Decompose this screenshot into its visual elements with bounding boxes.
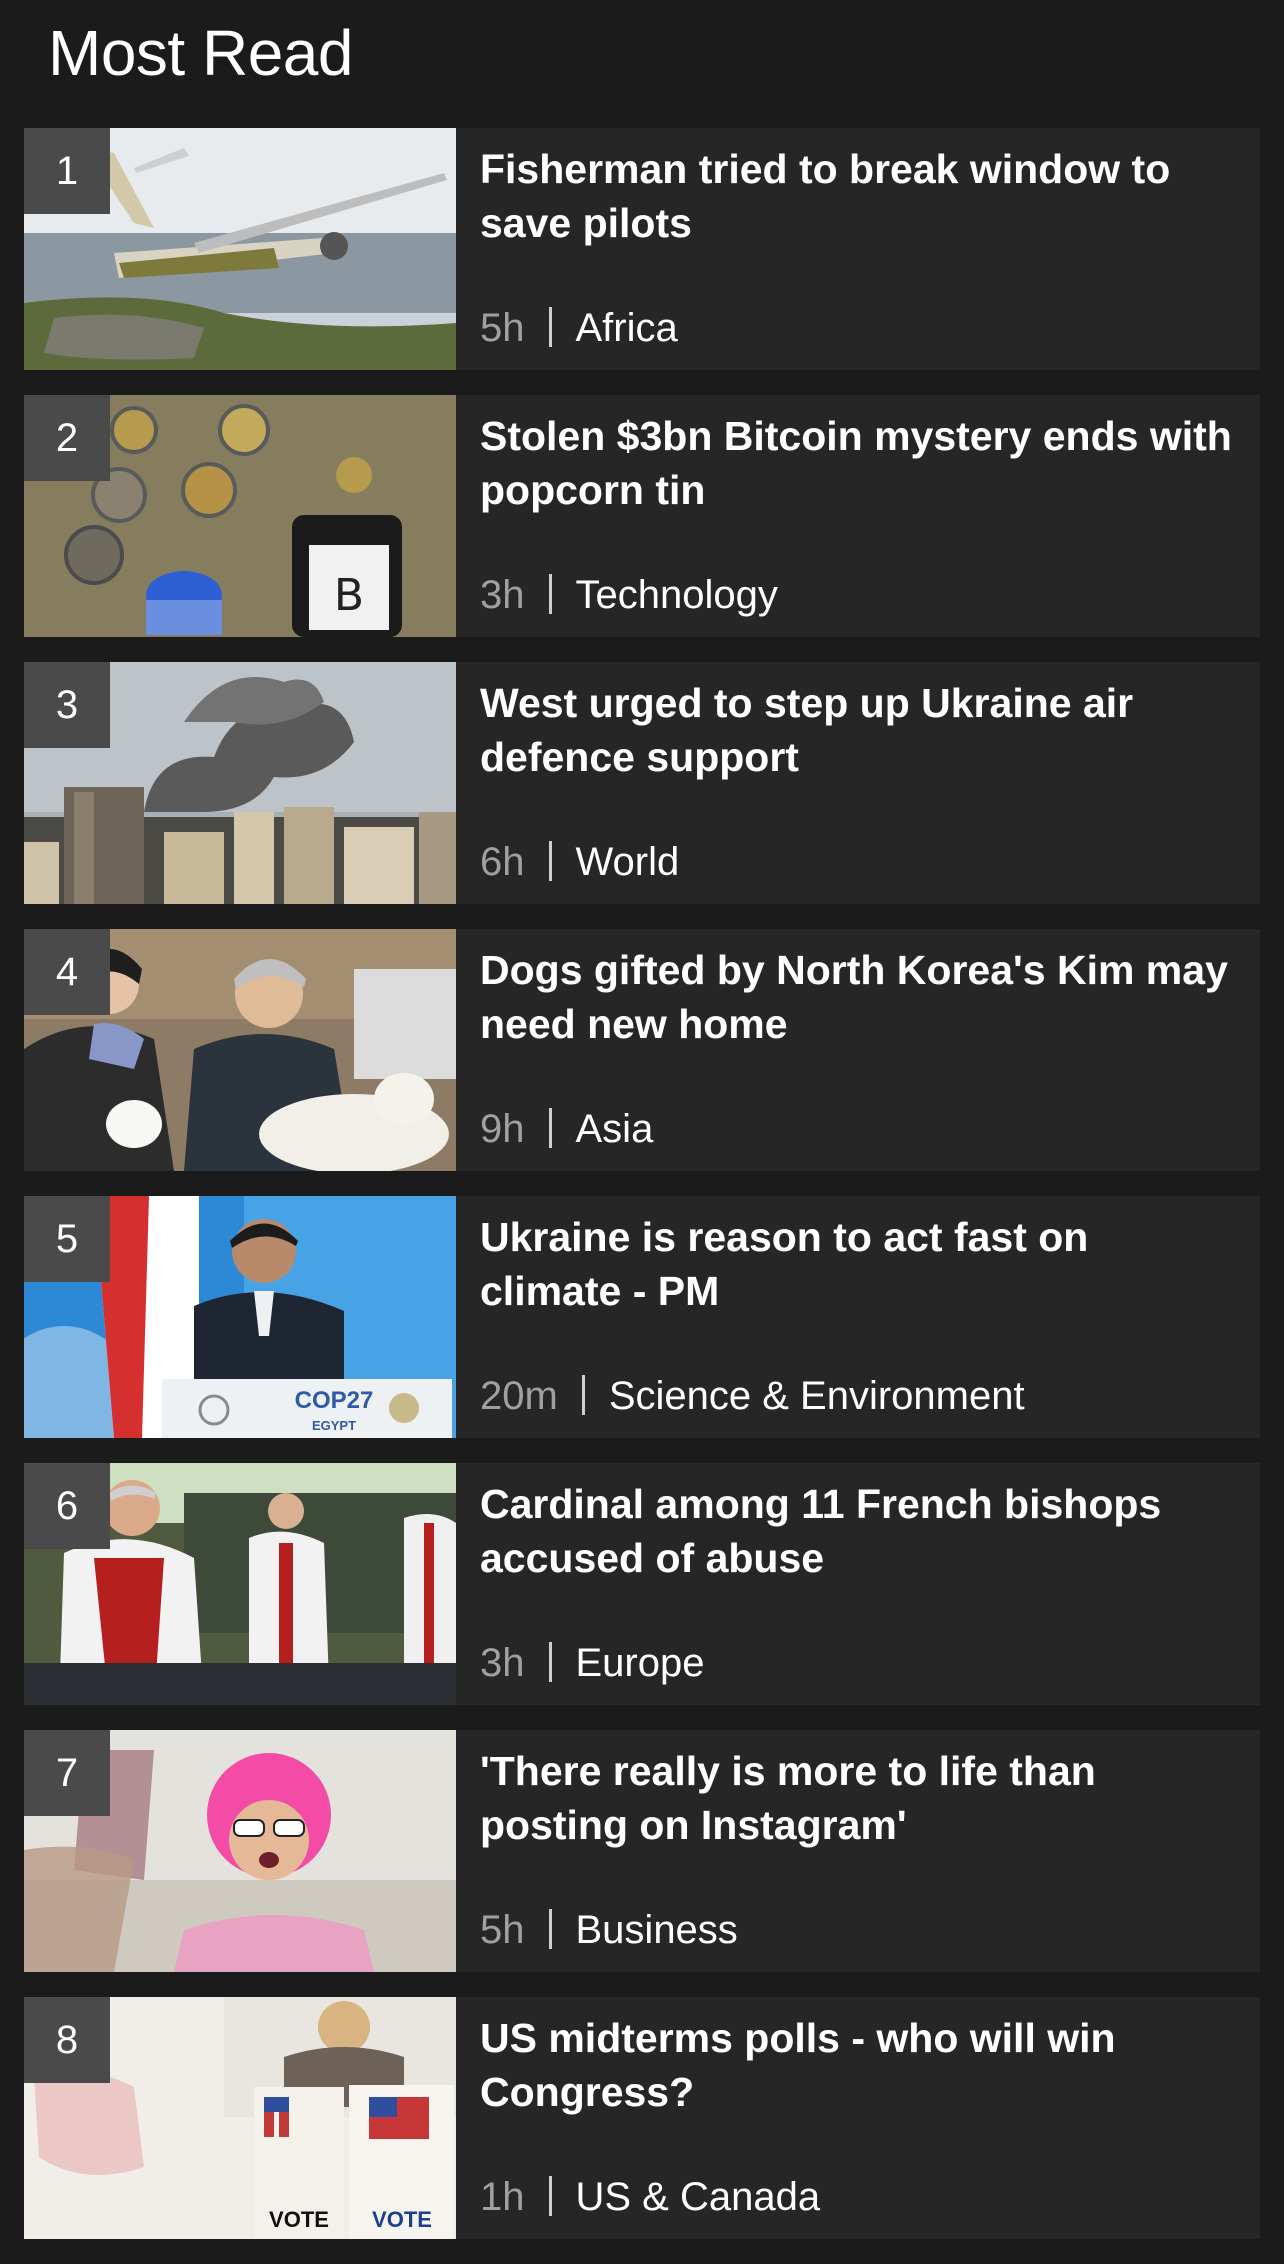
most-read-page: Most Read 1 Fisherman tried to break win… xyxy=(0,0,1284,2256)
article-headline: US midterms polls - who will win Congres… xyxy=(480,2015,1116,2115)
article-headline: Ukraine is reason to act fast on climate… xyxy=(480,1214,1089,1314)
meta-divider xyxy=(548,2176,552,2217)
rank-badge: 3 xyxy=(24,662,110,748)
rank-badge: 4 xyxy=(24,929,110,1015)
rank-badge: 1 xyxy=(24,128,110,214)
article-meta: 3h Technology xyxy=(480,565,778,625)
meta-divider xyxy=(548,1642,552,1683)
article-thumbnail: 4 xyxy=(24,929,456,1171)
list-item[interactable]: 6 Cardinal among 11 French bishops accus… xyxy=(24,1463,1260,1705)
list-item[interactable]: 3 West urged to step up Ukraine air defe… xyxy=(24,662,1260,904)
svg-text:B: B xyxy=(334,570,364,621)
rank-badge: 7 xyxy=(24,1730,110,1816)
rank-badge: 5 xyxy=(24,1196,110,1282)
article-thumbnail: 3 xyxy=(24,662,456,904)
article-time: 20m xyxy=(480,1374,558,1418)
list-item[interactable]: B 2 Stolen $3bn Bitcoin mystery ends wit… xyxy=(24,395,1260,637)
article-category: Europe xyxy=(575,1641,705,1685)
article-thumbnail: VOTE VOTE 8 xyxy=(24,1997,456,2239)
article-time: 3h xyxy=(480,573,525,617)
article-meta: 5h Business xyxy=(480,1900,738,1960)
article-headline: Stolen $3bn Bitcoin mystery ends with po… xyxy=(480,413,1232,513)
rank-badge: 8 xyxy=(24,1997,110,2083)
article-time: 1h xyxy=(480,2175,525,2219)
list-item[interactable]: VOTE VOTE 8 US midterms polls - who will… xyxy=(24,1997,1260,2239)
article-thumbnail: B 2 xyxy=(24,395,456,637)
article-headline: Dogs gifted by North Korea's Kim may nee… xyxy=(480,947,1228,1047)
article-category: Asia xyxy=(575,1107,654,1151)
article-meta: 9h Asia xyxy=(480,1099,653,1159)
meta-divider xyxy=(548,1108,552,1149)
meta-divider xyxy=(548,307,552,348)
article-meta: 6h World xyxy=(480,832,679,892)
article-category: World xyxy=(575,840,680,884)
article-thumbnail: COP27 EGYPT 5 xyxy=(24,1196,456,1438)
meta-divider xyxy=(548,841,552,882)
section-title: Most Read xyxy=(48,17,353,89)
article-headline: Fisherman tried to break window to save … xyxy=(480,146,1171,246)
article-headline: West urged to step up Ukraine air defenc… xyxy=(480,680,1134,780)
article-time: 9h xyxy=(480,1107,525,1151)
article-category: US & Canada xyxy=(575,2175,821,2219)
meta-divider xyxy=(581,1375,585,1416)
article-time: 6h xyxy=(480,840,525,884)
podium-subtext: EGYPT xyxy=(312,1418,356,1433)
article-thumbnail: 1 xyxy=(24,128,456,370)
article-meta: 20m Science & Environment xyxy=(480,1366,1025,1426)
meta-divider xyxy=(548,1909,552,1950)
article-time: 5h xyxy=(480,306,525,350)
list-item[interactable]: 4 Dogs gifted by North Korea's Kim may n… xyxy=(24,929,1260,1171)
article-time: 5h xyxy=(480,1908,525,1952)
article-category: Technology xyxy=(575,573,778,617)
article-headline: 'There really is more to life than posti… xyxy=(480,1748,1096,1848)
article-meta: 3h Europe xyxy=(480,1633,704,1693)
article-time: 3h xyxy=(480,1641,525,1685)
article-category: Business xyxy=(575,1908,738,1952)
list-item[interactable]: 7 'There really is more to life than pos… xyxy=(24,1730,1260,1972)
rank-badge: 6 xyxy=(24,1463,110,1549)
article-meta: 5h Africa xyxy=(480,298,678,358)
article-category: Science & Environment xyxy=(608,1374,1025,1418)
booth-text-left: VOTE xyxy=(269,2207,329,2232)
booth-text-right: VOTE xyxy=(372,2207,432,2232)
list-item[interactable]: 1 Fisherman tried to break window to sav… xyxy=(24,128,1260,370)
article-thumbnail: 7 xyxy=(24,1730,456,1972)
article-category: Africa xyxy=(575,306,678,350)
article-meta: 1h US & Canada xyxy=(480,2167,820,2227)
meta-divider xyxy=(548,574,552,615)
article-thumbnail: 6 xyxy=(24,1463,456,1705)
rank-badge: 2 xyxy=(24,395,110,481)
article-headline: Cardinal among 11 French bishops accused… xyxy=(480,1481,1162,1581)
list-item[interactable]: COP27 EGYPT 5 Ukraine is reason to act f… xyxy=(24,1196,1260,1438)
most-read-list: 1 Fisherman tried to break window to sav… xyxy=(24,128,1260,2264)
podium-text: COP27 xyxy=(295,1387,374,1414)
